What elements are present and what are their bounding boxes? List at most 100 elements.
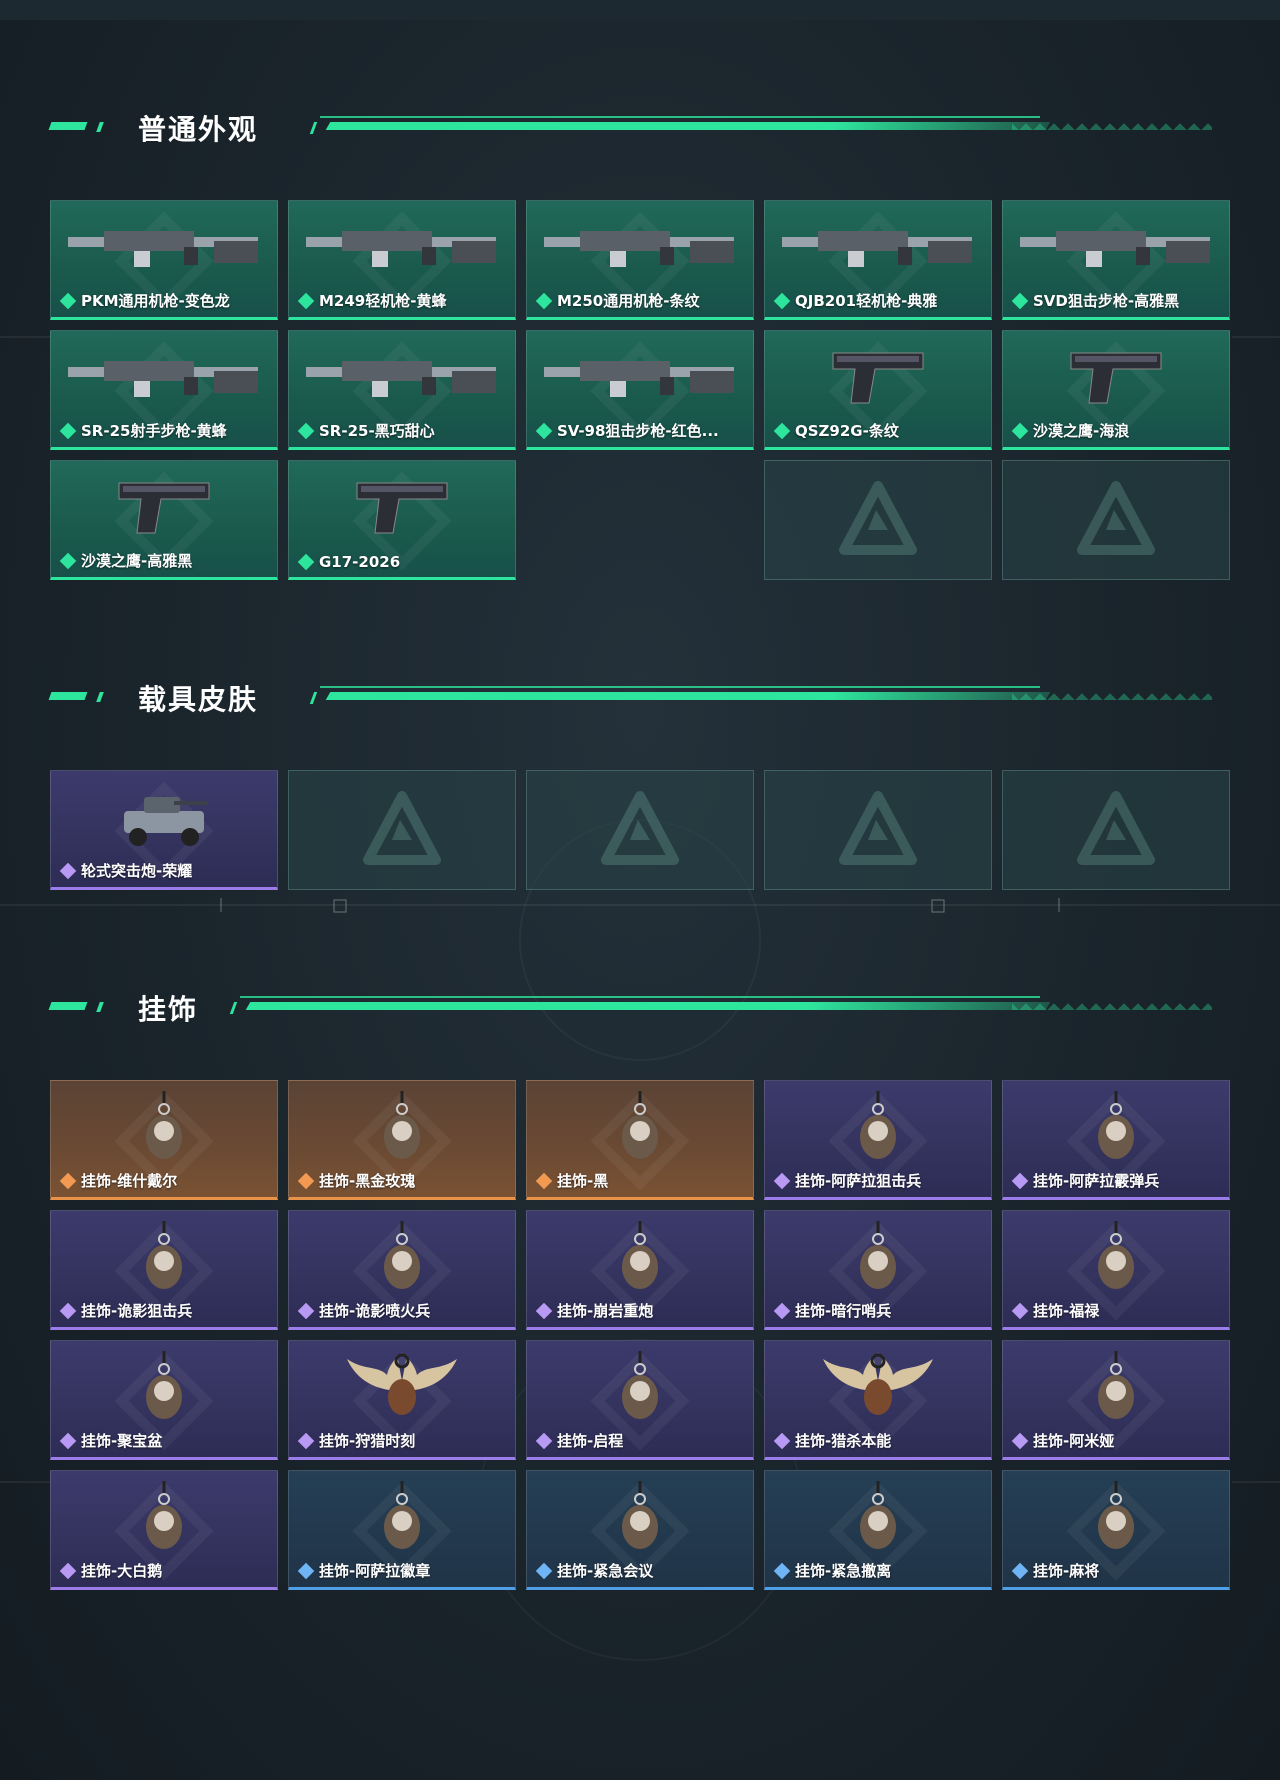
item-card[interactable]: 沙漠之鹰-海浪 [1002, 330, 1230, 450]
rarity-icon [535, 1432, 553, 1449]
item-name: 挂饰-诡影喷火兵 [319, 1302, 431, 1320]
item-card[interactable]: 挂饰-阿米娅 [1002, 1340, 1230, 1460]
section-title: 载具皮肤 [138, 683, 259, 716]
section-charms: 挂饰 挂饰-维什戴尔 挂饰-黑金玫瑰 挂饰-黑 挂饰-阿萨拉狙击兵 挂饰-阿萨拉霰弹兵挂… [48, 982, 1230, 1590]
rarity-icon [535, 1562, 553, 1579]
item-name: PKM通用机枪-变色龙 [81, 292, 230, 310]
item-card[interactable]: M250通用机枪-条纹 [526, 200, 754, 320]
item-name: 沙漠之鹰-高雅黑 [81, 552, 193, 570]
rarity-icon [59, 1562, 77, 1579]
item-card[interactable]: QSZ92G-条纹 [764, 330, 992, 450]
item-card[interactable]: 挂饰-维什戴尔 [50, 1080, 278, 1200]
rarity-icon [1011, 292, 1029, 309]
item-name: M249轻机枪-黄蜂 [319, 292, 447, 310]
rarity-icon [59, 862, 77, 879]
delta-logo-icon [839, 481, 917, 555]
item-card[interactable]: 挂饰-崩岩重炮 [526, 1210, 754, 1330]
item-name: 挂饰-诡影狙击兵 [81, 1302, 193, 1320]
charm-icon [134, 1221, 194, 1300]
charm-icon [372, 1091, 432, 1170]
rarity-icon [297, 1172, 315, 1189]
charm-icon [134, 1351, 194, 1430]
empty-slot [526, 770, 754, 890]
machine-gun-icon [302, 211, 502, 275]
empty-slot [1002, 460, 1230, 580]
section-weapon-skins: 普通外观 PKM通用机枪-变色龙 M249轻机枪-黄蜂 M250通用机枪-条纹 QJB… [48, 102, 1230, 580]
item-card[interactable]: 轮式突击炮-荣耀 [50, 770, 278, 890]
item-card[interactable]: QJB201轻机枪-典雅 [764, 200, 992, 320]
item-name: 挂饰-维什戴尔 [81, 1172, 178, 1190]
delta-logo-icon [363, 791, 441, 865]
empty-slot [764, 460, 992, 580]
charm-icon [610, 1091, 670, 1170]
charm-icon [848, 1221, 908, 1300]
item-grid: PKM通用机枪-变色龙 M249轻机枪-黄蜂 M250通用机枪-条纹 QJB201轻机… [50, 200, 1230, 580]
item-card[interactable]: 挂饰-猎杀本能 [764, 1340, 992, 1460]
item-card[interactable]: 挂饰-紧急会议 [526, 1470, 754, 1590]
rarity-icon [59, 292, 77, 309]
charm-icon [372, 1221, 432, 1300]
empty-slot [764, 770, 992, 890]
charm-icon [1086, 1351, 1146, 1430]
item-card[interactable]: G17-2026 [288, 460, 516, 580]
section-title: 挂饰 [138, 993, 199, 1026]
item-card[interactable]: 挂饰-狩猎时刻 [288, 1340, 516, 1460]
rarity-icon [1011, 1302, 1029, 1319]
rarity-icon [535, 1172, 553, 1189]
rarity-icon [535, 292, 553, 309]
charm-icon [610, 1221, 670, 1300]
charm-icon [610, 1351, 670, 1430]
item-card[interactable]: 挂饰-福禄 [1002, 1210, 1230, 1330]
delta-logo-icon [601, 791, 679, 865]
item-card[interactable]: 挂饰-麻将 [1002, 1470, 1230, 1590]
section-header: 载具皮肤 [48, 672, 1230, 722]
item-card[interactable]: M249轻机枪-黄蜂 [288, 200, 516, 320]
item-name: SR-25-黑巧甜心 [319, 422, 435, 440]
empty-slot [288, 770, 516, 890]
item-card[interactable]: 挂饰-启程 [526, 1340, 754, 1460]
item-card[interactable]: 挂饰-阿萨拉霰弹兵 [1002, 1080, 1230, 1200]
charm-icon [848, 1091, 908, 1170]
antler-charm-icon [813, 1351, 943, 1427]
item-name: 挂饰-紧急会议 [557, 1562, 654, 1580]
item-card[interactable]: SV-98狙击步枪-红色... [526, 330, 754, 450]
delta-logo-icon [839, 791, 917, 865]
item-card[interactable]: SR-25射手步枪-黄蜂 [50, 330, 278, 450]
item-name: 轮式突击炮-荣耀 [81, 862, 193, 880]
section-title: 普通外观 [138, 113, 259, 146]
item-name: 挂饰-阿萨拉徽章 [319, 1562, 431, 1580]
item-name: SR-25射手步枪-黄蜂 [81, 422, 227, 440]
item-card[interactable]: PKM通用机枪-变色龙 [50, 200, 278, 320]
rarity-icon [1011, 422, 1029, 439]
rarity-icon [59, 552, 77, 569]
rarity-icon [1011, 1172, 1029, 1189]
item-card[interactable]: 挂饰-聚宝盆 [50, 1340, 278, 1460]
item-card[interactable]: SR-25-黑巧甜心 [288, 330, 516, 450]
rifle-icon [302, 341, 502, 405]
rarity-icon [297, 1432, 315, 1449]
item-card[interactable]: 挂饰-诡影狙击兵 [50, 1210, 278, 1330]
item-card[interactable]: 挂饰-黑 [526, 1080, 754, 1200]
item-name: 挂饰-阿米娅 [1033, 1432, 1115, 1450]
item-card[interactable]: 挂饰-紧急撤离 [764, 1470, 992, 1590]
rarity-icon [297, 553, 315, 571]
section-vehicle-skins: 载具皮肤 轮式突击炮-荣耀 [48, 672, 1230, 890]
item-card[interactable]: SVD狙击步枪-高雅黑 [1002, 200, 1230, 320]
item-card[interactable]: 挂饰-阿萨拉徽章 [288, 1470, 516, 1590]
item-card[interactable]: 挂饰-阿萨拉狙击兵 [764, 1080, 992, 1200]
item-card[interactable]: 沙漠之鹰-高雅黑 [50, 460, 278, 580]
item-name: 挂饰-启程 [557, 1432, 624, 1450]
item-card[interactable]: 挂饰-大白鹅 [50, 1470, 278, 1590]
item-card[interactable]: 挂饰-黑金玫瑰 [288, 1080, 516, 1200]
rarity-icon [59, 1172, 77, 1189]
item-grid: 轮式突击炮-荣耀 [50, 770, 1230, 890]
rarity-icon [773, 1172, 791, 1189]
antler-charm-icon [337, 1351, 467, 1427]
machine-gun-icon [540, 211, 740, 275]
pistol-icon [1061, 341, 1171, 415]
item-card[interactable]: 挂饰-暗行哨兵 [764, 1210, 992, 1330]
rarity-icon [773, 1562, 791, 1579]
item-card[interactable]: 挂饰-诡影喷火兵 [288, 1210, 516, 1330]
item-name: G17-2026 [319, 553, 401, 571]
item-name: 挂饰-紧急撤离 [795, 1562, 892, 1580]
